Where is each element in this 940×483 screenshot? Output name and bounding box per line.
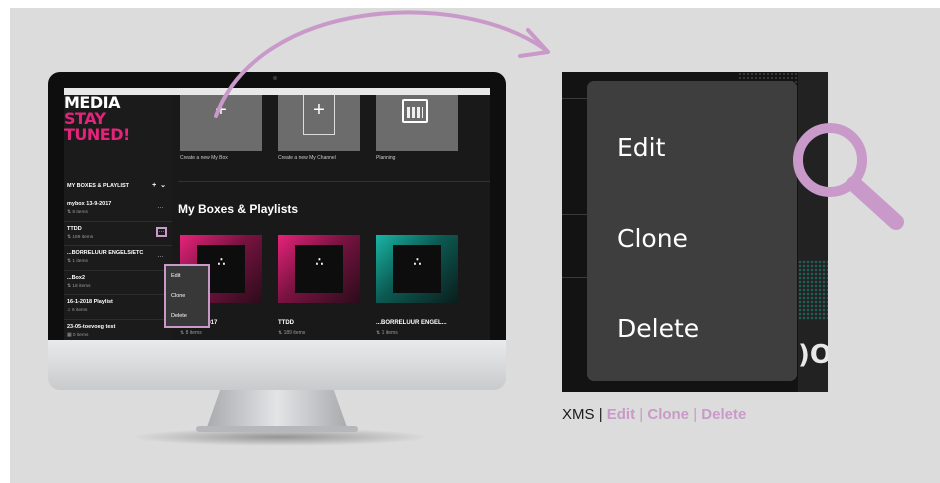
box-count: 1 items (381, 330, 398, 336)
menu-item-edit[interactable]: Edit (166, 266, 208, 286)
plus-icon: + (313, 99, 325, 121)
calendar-icon: ▦ (67, 332, 72, 338)
list-item-meta: ⇅ 8 items (67, 210, 172, 215)
list-item[interactable]: ...Box2 ⇅ 18 items (64, 271, 172, 295)
menu-item-clone[interactable]: Clone (617, 224, 688, 253)
illustration-canvas: MEDIA STAY TUNED! MY BOXES & PLAYLIST + … (10, 8, 940, 483)
halftone-pattern (798, 260, 828, 320)
shuffle-icon: ⇅ (180, 330, 185, 336)
list-item[interactable]: mybox 13-9-2017 ⇅ 8 items … (64, 197, 172, 222)
create-channel-tile[interactable]: + (278, 95, 360, 151)
caption-separator: | (639, 406, 644, 423)
sidebar-heading: MY BOXES & PLAYLIST + ⌄ (64, 179, 172, 193)
music-icon: ♫ (67, 308, 71, 313)
plus-icon[interactable]: + (152, 182, 156, 189)
item-count: 1 items (72, 259, 88, 264)
camera-dot (273, 76, 277, 80)
magnifier-icon (793, 123, 904, 230)
list-item-title: 23-05-toevoeg test (67, 323, 116, 330)
caption-prefix: XMS (562, 406, 595, 423)
box-meta: ⇅ 189 items (278, 330, 305, 336)
divider (562, 98, 588, 99)
list-item-meta: ⇅ 1 items (67, 259, 172, 264)
section-title: My Boxes & Playlists (178, 202, 299, 216)
item-count: 6 items (71, 308, 88, 313)
list-item[interactable]: TTDD ⇅ 189 items … (64, 222, 172, 246)
caption-link-delete[interactable]: Delete (701, 406, 746, 423)
sidebar-controls: + ⌄ (152, 179, 166, 193)
box-title: ...BORRELUUR ENGEL... (376, 320, 447, 326)
imac-chin (48, 340, 506, 390)
app-screen: MEDIA STAY TUNED! MY BOXES & PLAYLIST + … (64, 88, 490, 340)
brand-line-3: TUNED! (64, 125, 130, 144)
box-artwork (295, 245, 343, 293)
playlist-list: mybox 13-9-2017 ⇅ 8 items … TTDD ⇅ 189 i… (64, 197, 172, 340)
browser-bar (64, 88, 490, 95)
box-logo-icon: ∴ (315, 255, 324, 269)
list-item[interactable]: 16-1-2018 Playlist ♫ 6 items (64, 295, 172, 320)
more-icon[interactable]: … (157, 203, 164, 210)
caption-link-clone[interactable]: Clone (647, 406, 689, 423)
sidebar-heading-label: MY BOXES & PLAYLIST (67, 183, 130, 189)
sidebar: MEDIA STAY TUNED! MY BOXES & PLAYLIST + … (64, 95, 172, 340)
item-count: 18 items (72, 283, 91, 289)
plus-icon: + (215, 99, 227, 121)
list-item-meta: ♫ 6 items (67, 308, 172, 313)
caption-separator: | (693, 406, 698, 423)
box-meta: ⇅ 8 items (180, 330, 202, 336)
list-item-title: 16-1-2018 Playlist (67, 299, 113, 305)
menu-item-clone[interactable]: Clone (166, 286, 208, 306)
box-card[interactable]: ∴ (278, 235, 360, 303)
caption-separator: | (598, 406, 603, 423)
list-item-meta: ⇅ 18 items (67, 284, 172, 289)
caption-link-edit[interactable]: Edit (607, 406, 635, 423)
context-menu: Edit Clone Delete (164, 264, 210, 328)
planning-tile[interactable] (376, 95, 458, 151)
box-card[interactable]: ∴ (376, 235, 458, 303)
menu-item-delete[interactable]: Delete (166, 306, 208, 326)
item-count: 0 items (72, 332, 89, 338)
shuffle-icon: ⇅ (67, 283, 72, 289)
background-text-fragment: )OX (798, 340, 828, 370)
box-count: 189 items (283, 330, 306, 336)
menu-item-edit[interactable]: Edit (617, 133, 665, 162)
list-item-meta: ▦ 0 items (67, 333, 172, 338)
box-artwork (393, 245, 441, 293)
menu-item-delete[interactable]: Delete (617, 314, 699, 343)
tile-label: Planning (376, 155, 396, 161)
divider (178, 181, 490, 182)
shuffle-icon: ⇅ (67, 259, 72, 264)
box-title: TTDD (278, 320, 294, 326)
more-icon-highlighted[interactable]: … (156, 226, 167, 237)
list-item-title: ...Box2 (67, 274, 86, 281)
calendar-icon (402, 99, 428, 123)
list-item[interactable]: ...BORRELUUR ENGELS/ETC ⇅ 1 items … (64, 246, 172, 271)
imac-stand (206, 390, 348, 430)
box-meta: ⇅ 1 items (376, 330, 398, 336)
brand-logo[interactable]: MEDIA STAY TUNED! (64, 95, 172, 143)
imac-base (196, 426, 358, 432)
divider (562, 277, 588, 278)
shuffle-icon: ⇅ (67, 210, 72, 215)
tile-label: Create a new My Channel (278, 155, 336, 161)
more-icon[interactable]: … (157, 252, 164, 259)
create-box-tile[interactable]: + (180, 95, 262, 151)
item-count: 8 items (72, 210, 88, 215)
chevron-down-icon[interactable]: ⌄ (160, 182, 166, 189)
box-count: 8 items (185, 330, 202, 336)
shuffle-icon: ⇅ (67, 234, 72, 240)
caption: XMS | Edit | Clone | Delete (562, 406, 746, 423)
list-item[interactable]: 23-05-toevoeg test ▦ 0 items (64, 320, 172, 341)
divider (562, 214, 588, 215)
box-logo-icon: ∴ (413, 255, 422, 269)
item-count: 189 items (72, 234, 94, 240)
shuffle-icon: ⇅ (278, 330, 283, 336)
main-content: + Create a new My Box + Create a new My … (172, 95, 490, 340)
shuffle-icon: ⇅ (376, 330, 381, 336)
tile-label: Create a new My Box (180, 155, 228, 161)
context-menu-zoomed: Edit Clone Delete (587, 81, 797, 381)
